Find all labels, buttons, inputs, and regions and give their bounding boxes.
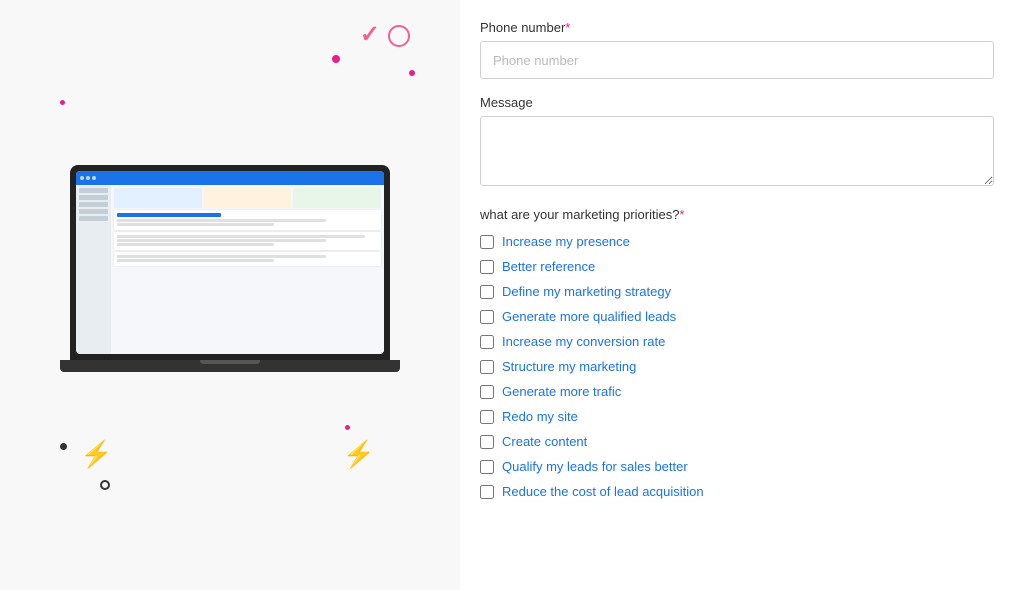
- checkbox-item-create-content[interactable]: Create content: [480, 434, 994, 449]
- checkbox-more-trafic[interactable]: [480, 385, 494, 399]
- checkbox-item-reduce-cost[interactable]: Reduce the cost of lead acquisition: [480, 484, 994, 499]
- checkbox-item-qualified-leads[interactable]: Generate more qualified leads: [480, 309, 994, 324]
- priorities-section: what are your marketing priorities?* Inc…: [480, 207, 994, 499]
- checkbox-item-better-reference[interactable]: Better reference: [480, 259, 994, 274]
- left-panel: ✓ ➤: [0, 0, 460, 590]
- priorities-label: what are your marketing priorities?*: [480, 207, 994, 222]
- checkbox-redo-site[interactable]: [480, 410, 494, 424]
- phone-section: Phone number*: [480, 20, 994, 79]
- checkbox-group: Increase my presence Better reference Defi…: [480, 234, 994, 499]
- checkbox-conversion-rate[interactable]: [480, 335, 494, 349]
- laptop-base: [60, 360, 400, 372]
- checkbox-label-qualified-leads: Generate more qualified leads: [502, 309, 676, 324]
- deco-check: ✓: [360, 20, 380, 49]
- screen-inner: [76, 171, 384, 354]
- message-input[interactable]: [480, 116, 994, 186]
- checkbox-label-conversion-rate: Increase my conversion rate: [502, 334, 665, 349]
- checkbox-item-conversion-rate[interactable]: Increase my conversion rate: [480, 334, 994, 349]
- deco-dot-pink-2: [409, 70, 415, 76]
- laptop-illustration: [60, 165, 400, 385]
- form-panel: Phone number* Message what are your mark…: [460, 0, 1024, 590]
- checkbox-qualified-leads[interactable]: [480, 310, 494, 324]
- deco-dot-small-2: [60, 100, 65, 105]
- checkbox-label-qualify-leads: Qualify my leads for sales better: [502, 459, 688, 474]
- checkbox-label-increase-presence: Increase my presence: [502, 234, 630, 249]
- deco-dot-small-1: [345, 425, 350, 430]
- laptop-screen: [70, 165, 390, 360]
- checkbox-label-define-strategy: Define my marketing strategy: [502, 284, 671, 299]
- checkbox-qualify-leads[interactable]: [480, 460, 494, 474]
- checkbox-item-structure-marketing[interactable]: Structure my marketing: [480, 359, 994, 374]
- deco-dot-dark-2: [100, 480, 110, 490]
- lightning-left-icon: ⚡: [80, 439, 112, 470]
- checkbox-item-define-strategy[interactable]: Define my marketing strategy: [480, 284, 994, 299]
- checkbox-item-qualify-leads[interactable]: Qualify my leads for sales better: [480, 459, 994, 474]
- phone-input[interactable]: [480, 41, 994, 79]
- checkbox-label-redo-site: Redo my site: [502, 409, 578, 424]
- deco-dot-dark-1: [60, 443, 67, 450]
- checkbox-structure-marketing[interactable]: [480, 360, 494, 374]
- phone-label: Phone number*: [480, 20, 994, 35]
- checkbox-item-increase-presence[interactable]: Increase my presence: [480, 234, 994, 249]
- lightning-right-icon: ⚡: [343, 439, 375, 470]
- checkbox-label-more-trafic: Generate more trafic: [502, 384, 621, 399]
- checkbox-create-content[interactable]: [480, 435, 494, 449]
- message-section: Message: [480, 95, 994, 191]
- checkbox-reduce-cost[interactable]: [480, 485, 494, 499]
- checkbox-item-more-trafic[interactable]: Generate more trafic: [480, 384, 994, 399]
- deco-dot-pink-1: [332, 55, 340, 63]
- deco-circle: [388, 25, 410, 47]
- checkbox-better-reference[interactable]: [480, 260, 494, 274]
- checkbox-label-structure-marketing: Structure my marketing: [502, 359, 636, 374]
- message-label: Message: [480, 95, 994, 110]
- checkbox-increase-presence[interactable]: [480, 235, 494, 249]
- checkbox-label-better-reference: Better reference: [502, 259, 595, 274]
- checkbox-define-strategy[interactable]: [480, 285, 494, 299]
- checkbox-item-redo-site[interactable]: Redo my site: [480, 409, 994, 424]
- checkbox-label-reduce-cost: Reduce the cost of lead acquisition: [502, 484, 704, 499]
- checkbox-label-create-content: Create content: [502, 434, 587, 449]
